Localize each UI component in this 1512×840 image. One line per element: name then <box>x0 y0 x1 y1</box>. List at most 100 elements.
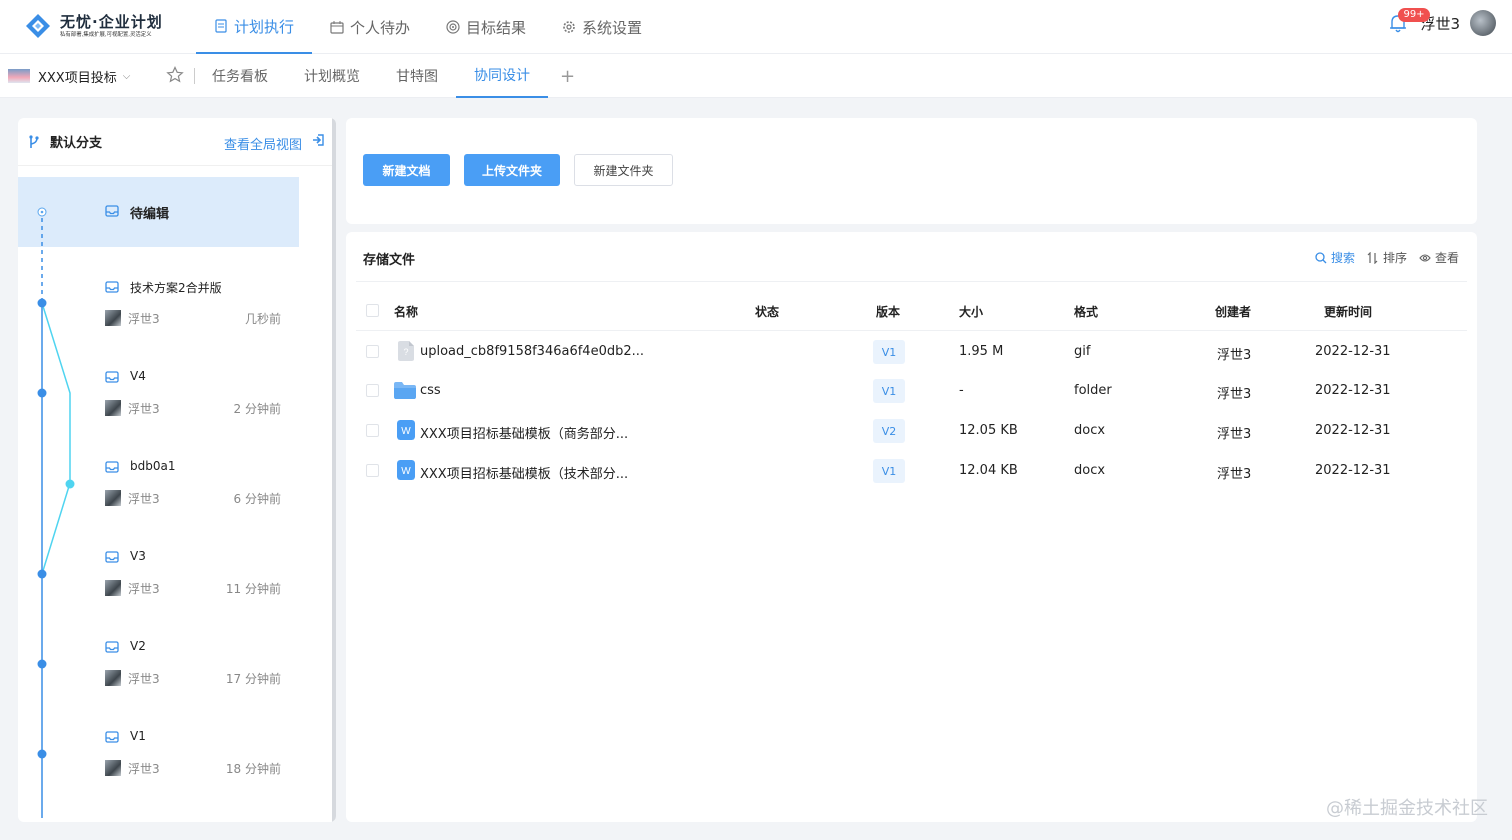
tab-plan-overview[interactable]: 计划概览 <box>286 54 378 98</box>
commit-item[interactable]: V3 浮世3 11 分钟前 <box>18 549 318 631</box>
tab-gantt[interactable]: 甘特图 <box>378 54 456 98</box>
row-checkbox[interactable] <box>366 384 379 397</box>
sort-button[interactable]: 排序 <box>1367 249 1407 266</box>
app-subtitle: 私有部署,集成扩展,可视配置,灵活定义 <box>60 31 152 38</box>
file-name[interactable]: XXX项目招标基础模板（技术部分... <box>420 463 628 482</box>
files-panel: 存储文件 搜索 排序 查看 名称 状态 版本 大小 格式 创建者 更新时间 ? … <box>346 232 1477 822</box>
commit-item[interactable]: V1 浮世3 18 分钟前 <box>18 729 318 811</box>
file-size: - <box>959 383 964 398</box>
commit-author: 浮世3 <box>128 402 160 416</box>
commit-author: 浮世3 <box>128 312 160 326</box>
nav-plan-execution[interactable]: 计划执行 <box>196 0 313 54</box>
new-document-button[interactable]: 新建文档 <box>363 154 450 186</box>
commit-title: V3 <box>130 549 146 563</box>
file-name[interactable]: css <box>420 383 441 398</box>
calendar-icon <box>330 21 344 34</box>
table-row[interactable]: css V1 - folder 浮世3 2022-12-31 <box>356 371 1467 411</box>
commit-title: V2 <box>130 639 146 653</box>
gear-icon <box>563 21 575 33</box>
tab-task-board[interactable]: 任务看板 <box>194 54 286 98</box>
app-logo[interactable]: 无忧·企业计划 私有部署,集成扩展,可视配置,灵活定义 <box>24 12 163 40</box>
version-badge[interactable]: V1 <box>873 340 905 364</box>
word-doc-icon: W <box>397 420 415 440</box>
file-format: docx <box>1074 463 1106 478</box>
col-format[interactable]: 格式 <box>1074 303 1098 320</box>
col-size[interactable]: 大小 <box>959 303 983 320</box>
notification-bell[interactable]: 99+ <box>1388 8 1430 34</box>
nav-goal-results[interactable]: 目标结果 <box>428 0 544 54</box>
divider <box>356 281 1467 282</box>
user-area: 99+ 浮世3 <box>1388 8 1496 36</box>
commit-author: 浮世3 <box>128 762 160 776</box>
view-label: 查看 <box>1434 251 1459 265</box>
commit-item[interactable]: V2 浮世3 17 分钟前 <box>18 639 318 721</box>
col-version[interactable]: 版本 <box>876 303 900 320</box>
commit-time: 几秒前 <box>244 312 281 326</box>
file-creator: 浮世3 <box>1217 387 1252 402</box>
avatar[interactable] <box>1470 10 1496 36</box>
svg-text:?: ? <box>403 347 408 357</box>
folder-icon <box>394 382 416 399</box>
avatar <box>105 400 121 416</box>
inbox-icon <box>105 461 119 473</box>
commit-author: 浮世3 <box>128 492 160 506</box>
version-badge[interactable]: V1 <box>873 459 905 483</box>
commit-title: V4 <box>130 369 146 383</box>
search-icon <box>1315 251 1327 263</box>
col-creator[interactable]: 创建者 <box>1215 303 1251 320</box>
file-updated: 2022-12-31 <box>1315 383 1391 398</box>
col-name[interactable]: 名称 <box>394 303 418 320</box>
scrollbar[interactable] <box>332 118 336 822</box>
commit-time: 17 分钟前 <box>225 672 281 686</box>
notification-badge: 99+ <box>1398 8 1430 22</box>
nav-label: 系统设置 <box>582 18 643 37</box>
commit-title: 技术方案2合并版 <box>130 281 222 295</box>
project-selector[interactable]: XXX项目投标 ⌵ <box>8 54 130 98</box>
tab-collab-design[interactable]: 协同设计 <box>456 54 548 98</box>
target-icon <box>446 20 460 34</box>
commit-title: bdb0a1 <box>130 459 176 473</box>
commit-time: 6 分钟前 <box>233 492 281 506</box>
files-toolbar: 搜索 排序 查看 <box>1303 249 1459 266</box>
nav-system-settings[interactable]: 系统设置 <box>544 0 660 54</box>
search-button[interactable]: 搜索 <box>1315 249 1355 266</box>
add-tab-button[interactable]: + <box>548 54 587 98</box>
commit-item[interactable]: V4 浮世3 2 分钟前 <box>18 369 318 451</box>
document-icon <box>215 19 227 33</box>
file-name[interactable]: XXX项目招标基础模板（商务部分... <box>420 423 628 442</box>
table-row[interactable]: W XXX项目招标基础模板（商务部分... V2 12.05 KB docx 浮… <box>356 411 1467 451</box>
table-row[interactable]: ? upload_cb8f9158f346a6f4e0db2... V1 1.9… <box>356 332 1467 372</box>
file-name[interactable]: upload_cb8f9158f346a6f4e0db2... <box>420 344 644 359</box>
avatar <box>105 760 121 776</box>
image-file-icon: ? <box>398 341 414 361</box>
select-all-checkbox[interactable] <box>366 304 379 317</box>
app-title: 无忧·企业计划 <box>60 13 163 31</box>
svg-text:W: W <box>401 466 411 477</box>
avatar <box>105 490 121 506</box>
row-checkbox[interactable] <box>366 345 379 358</box>
file-format: gif <box>1074 344 1091 359</box>
nav-label: 计划执行 <box>234 17 295 36</box>
version-badge[interactable]: V1 <box>873 379 905 403</box>
commit-item[interactable]: 技术方案2合并版 浮世3 几秒前 <box>18 281 318 361</box>
inbox-icon <box>105 551 119 563</box>
col-status[interactable]: 状态 <box>755 303 779 320</box>
col-updated[interactable]: 更新时间 <box>1324 303 1372 320</box>
table-row[interactable]: W XXX项目招标基础模板（技术部分... V1 12.04 KB docx 浮… <box>356 451 1467 491</box>
version-badge[interactable]: V2 <box>873 419 905 443</box>
new-folder-button[interactable]: 新建文件夹 <box>574 154 673 186</box>
star-icon[interactable] <box>166 66 184 84</box>
upload-folder-button[interactable]: 上传文件夹 <box>464 154 560 186</box>
view-button[interactable]: 查看 <box>1419 249 1459 266</box>
branch-panel: 默认分支 查看全局视图 待编辑 技术方案2合并版 浮世3 几秒前 V4 浮世3 … <box>18 118 336 822</box>
nav-personal-todo[interactable]: 个人待办 <box>312 0 428 54</box>
inbox-icon <box>105 281 119 293</box>
file-size: 1.95 M <box>959 344 1004 359</box>
row-checkbox[interactable] <box>366 464 379 477</box>
commit-author: 浮世3 <box>128 672 160 686</box>
row-checkbox[interactable] <box>366 424 379 437</box>
commit-item[interactable]: bdb0a1 浮世3 6 分钟前 <box>18 459 318 541</box>
eye-icon <box>1419 253 1431 262</box>
commit-time: 2 分钟前 <box>233 402 281 416</box>
project-name: XXX项目投标 <box>38 70 117 86</box>
